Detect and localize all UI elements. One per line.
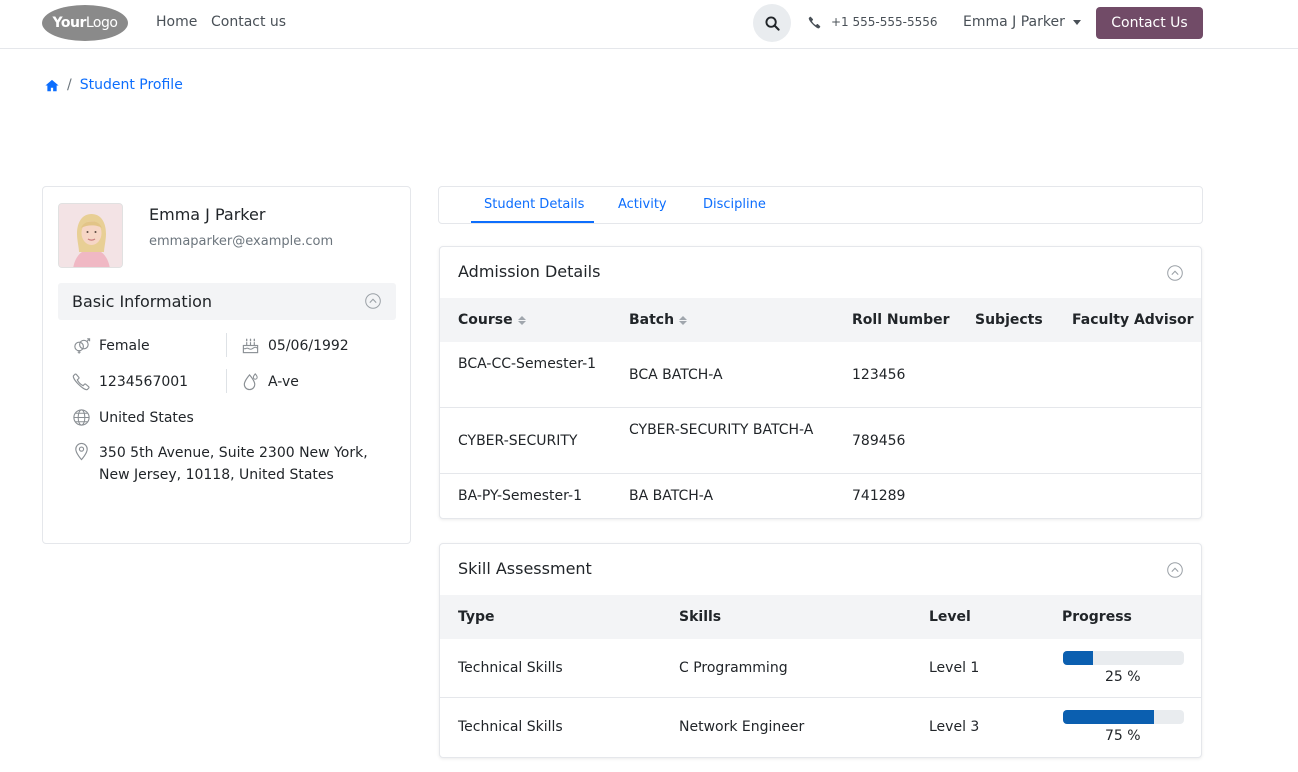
roll-number-cell: 741289 [852,488,906,504]
profile-tabs: Student Details Activity Discipline [438,186,1203,224]
breadcrumb-current[interactable]: Student Profile [80,77,183,93]
avatar [58,203,123,268]
type-cell: Technical Skills [458,719,563,735]
batch-cell: CYBER-SECURITY BATCH-A [629,422,814,438]
column-header-course[interactable]: Course [458,312,526,328]
globe-icon [73,409,90,426]
type-cell: Technical Skills [458,660,563,676]
phone-contact[interactable]: +1 555-555-5556 [808,15,938,29]
gender-icon [74,338,91,354]
skill-cell: C Programming [679,660,788,676]
chevron-up-icon[interactable] [1167,265,1183,281]
progress-label: 75 % [1105,728,1141,744]
column-header-batch[interactable]: Batch [629,312,688,328]
course-cell: BA-PY-Semester-1 [458,488,582,504]
basic-info-title: Basic Information [72,292,213,311]
country-value: United States [99,409,194,426]
batch-cell: BCA BATCH-A [629,367,723,383]
phone-info: 1234567001 [72,372,188,391]
sort-icon[interactable] [517,315,526,325]
home-icon[interactable] [45,79,59,92]
skills-table-header: Type Skills Level Progress [440,595,1201,639]
logo-text-thin: Logo [85,15,118,31]
phone-outline-icon [72,373,90,391]
tab-activity[interactable]: Activity [618,197,667,212]
birthday-cake-icon [242,338,259,354]
chevron-up-icon[interactable] [1167,562,1183,578]
column-header-progress: Progress [1062,609,1132,625]
course-cell: CYBER-SECURITY [458,433,578,449]
tab-discipline[interactable]: Discipline [703,197,766,212]
progress-label: 25 % [1105,669,1141,685]
progress-bar [1063,710,1184,724]
profile-name: Emma J Parker [149,205,266,224]
gender-value: Female [99,337,150,354]
column-header-faculty-advisor: Faculty Advisor [1072,312,1194,328]
phone-icon [808,16,821,28]
roll-number-cell: 789456 [852,433,906,449]
column-header-level: Level [929,609,971,625]
nav-home-link[interactable]: Home [156,14,197,30]
user-name: Emma J Parker [963,14,1065,30]
level-cell: Level 1 [929,660,980,676]
divider [226,369,227,393]
roll-number-cell: 123456 [852,367,906,383]
table-row: Technical Skills C Programming Level 1 2… [440,639,1201,698]
nav-contact-link[interactable]: Contact us [211,14,286,30]
blood-group-info: A-ve [241,372,299,391]
dob-info: 05/06/1992 [241,336,349,355]
tab-student-details[interactable]: Student Details [484,197,584,212]
admission-details-title: Admission Details [458,262,601,281]
address-info: 350 5th Avenue, Suite 2300 New York, New… [72,442,372,486]
table-row: Technical Skills Network Engineer Level … [440,698,1201,757]
search-icon [764,15,780,31]
profile-email: emmaparker@example.com [149,234,334,249]
column-header-roll-number: Roll Number [852,312,950,328]
chevron-up-icon[interactable] [365,293,381,309]
skill-assessment-card: Skill Assessment Type Skills Level Progr… [439,543,1202,758]
level-cell: Level 3 [929,719,980,735]
column-header-type: Type [458,609,495,625]
breadcrumb-separator: / [67,77,72,93]
table-row: BCA-CC-Semester-1 BCA BATCH-A 123456 [440,342,1201,408]
dob-value: 05/06/1992 [268,337,349,354]
address-value: 350 5th Avenue, Suite 2300 New York, New… [99,445,368,483]
basic-info-header[interactable]: Basic Information [58,283,396,320]
column-header-skills: Skills [679,609,722,625]
location-pin-icon [75,442,88,461]
progress-bar [1063,651,1184,665]
contact-us-button[interactable]: Contact Us [1096,7,1203,39]
user-dropdown[interactable]: Emma J Parker [963,14,1081,30]
breadcrumb: / Student Profile [45,77,183,93]
sort-icon[interactable] [679,315,688,325]
top-navbar: Your Logo Home Contact us +1 555-555-5556… [0,0,1298,49]
skill-assessment-title: Skill Assessment [458,559,592,578]
logo-text-bold: Your [52,15,87,31]
table-row: CYBER-SECURITY CYBER-SECURITY BATCH-A 78… [440,408,1201,474]
country-info: United States [72,408,194,427]
course-cell: BCA-CC-Semester-1 [458,356,597,372]
admission-table-header: Course Batch Roll Number Subjects Facult… [440,298,1201,342]
gender-info: Female [72,336,150,355]
phone-number: +1 555-555-5556 [831,15,938,29]
search-button[interactable] [753,4,791,42]
progress-bar-fill [1063,710,1154,724]
chevron-down-icon [1072,19,1081,25]
table-row: BA-PY-Semester-1 BA BATCH-A 741289 [440,474,1201,518]
batch-cell: BA BATCH-A [629,488,714,504]
column-header-subjects: Subjects [975,312,1043,328]
divider [226,333,227,357]
blood-group-value: A-ve [268,373,299,390]
active-tab-indicator [471,221,594,223]
profile-card: Emma J Parker emmaparker@example.com Bas… [42,186,411,544]
skill-cell: Network Engineer [679,719,805,735]
phone-value: 1234567001 [99,373,189,390]
progress-bar-fill [1063,651,1094,665]
blood-drop-icon [243,373,258,391]
company-logo[interactable]: Your Logo [42,5,128,41]
admission-details-card: Admission Details Course Batch Roll Numb… [439,246,1202,519]
